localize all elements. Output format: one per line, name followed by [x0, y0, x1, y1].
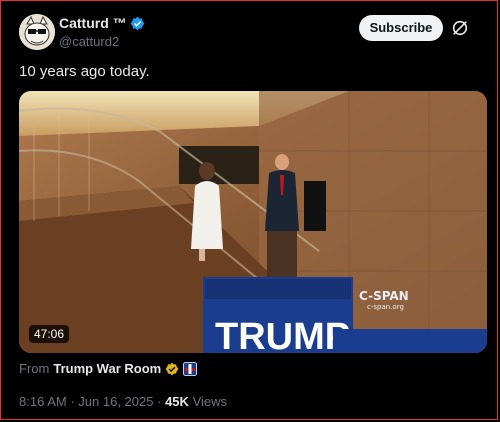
source-prefix: From [19, 361, 50, 376]
avatar[interactable] [19, 14, 55, 50]
tweet-date[interactable]: Jun 16, 2025 [78, 394, 153, 409]
campaign-sign-text: TRUMP [215, 316, 350, 353]
author-display-name[interactable]: Catturd ™ [59, 15, 127, 31]
author-names: Catturd ™ @catturd2 [59, 15, 145, 49]
tweet-meta: 8:16 AM · Jun 16, 2025 · 45K Views [19, 394, 227, 409]
gold-verified-icon [165, 362, 179, 375]
tweet-header: Catturd ™ @catturd2 Subscribe [19, 13, 485, 53]
cat-avatar-icon [19, 14, 55, 50]
meta-separator-1: · [70, 394, 75, 409]
tweet-card: Catturd ™ @catturd2 Subscribe 10 years a… [0, 0, 498, 420]
tweet-text: 10 years ago today. [19, 63, 150, 80]
cspan-url: c-span.org [367, 303, 404, 311]
subscribe-button[interactable]: Subscribe [359, 15, 443, 41]
views-label: Views [192, 394, 228, 409]
grok-icon[interactable] [451, 19, 469, 37]
video-duration: 47:06 [29, 325, 70, 343]
author-display-name-row[interactable]: Catturd ™ [59, 15, 145, 31]
tweet-time[interactable]: 8:16 AM [19, 394, 67, 409]
meta-separator-2: · [157, 394, 162, 409]
cspan-watermark: C-SPAN c-span.org [359, 289, 409, 311]
cspan-logo-text: C-SPAN [359, 289, 409, 303]
affiliate-badge-icon[interactable] [183, 361, 198, 376]
views-count: 45K [165, 394, 189, 409]
verified-badge-icon[interactable] [130, 16, 145, 31]
source-name[interactable]: Trump War Room [53, 361, 161, 376]
source-attribution: From Trump War Room [19, 361, 198, 376]
video-player[interactable]: TRUMP C-SPAN c-span.org 47:06 [19, 91, 487, 353]
author-handle[interactable]: @catturd2 [59, 34, 145, 49]
video-frame[interactable]: TRUMP [19, 91, 487, 353]
